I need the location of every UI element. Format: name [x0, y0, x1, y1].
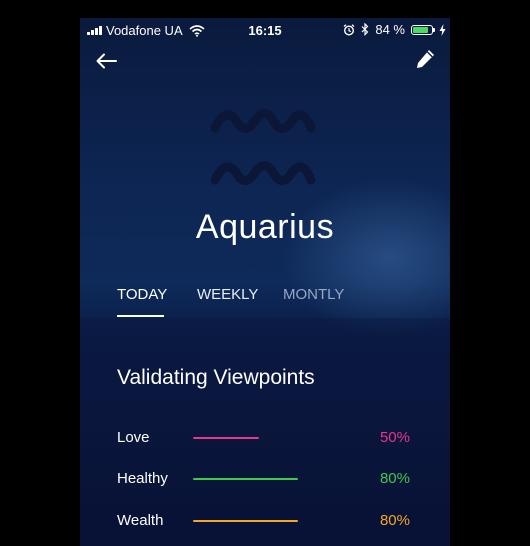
stat-healthy-bar	[193, 478, 298, 480]
stat-healthy-label: Healthy	[117, 470, 168, 487]
tab-today[interactable]: TODAY	[117, 286, 168, 317]
tab-monthly-label: MONTLY	[283, 286, 345, 303]
pencil-icon[interactable]	[414, 48, 436, 72]
stat-wealth-value: 80%	[379, 512, 410, 529]
status-bar: Vodafone UA 16:15 84 %	[80, 18, 450, 42]
top-bar	[80, 48, 450, 78]
bluetooth-icon	[361, 23, 369, 36]
stat-wealth: Wealth 80%	[80, 512, 450, 532]
active-tab-indicator	[117, 315, 164, 317]
status-right: 84 %	[343, 22, 446, 37]
stat-love-track	[193, 437, 324, 439]
tab-weekly-label: WEEKLY	[197, 286, 259, 303]
battery-icon	[411, 24, 435, 35]
aquarius-symbol-icon	[210, 109, 316, 185]
stat-wealth-track	[193, 520, 324, 522]
sign-name: Aquarius	[195, 208, 335, 246]
stat-wealth-bar	[193, 520, 298, 522]
alarm-icon	[343, 23, 355, 36]
stat-wealth-label: Wealth	[117, 512, 164, 529]
stat-love-value: 50%	[379, 429, 410, 446]
stat-love-bar	[193, 437, 259, 439]
tab-today-label: TODAY	[117, 286, 168, 303]
stat-healthy-track	[193, 478, 324, 480]
tab-weekly[interactable]: WEEKLY	[197, 286, 258, 303]
phone-screen: Vodafone UA 16:15 84 % Aquarius TODAY WE…	[80, 18, 450, 546]
background-glow	[280, 178, 450, 338]
charging-icon	[439, 23, 446, 36]
battery-percent: 84 %	[375, 22, 405, 37]
tab-monthly[interactable]: MONTLY	[283, 286, 344, 303]
stat-healthy: Healthy 80%	[80, 470, 450, 490]
stat-healthy-value: 80%	[379, 470, 410, 487]
battery-level	[413, 26, 429, 33]
stat-love: Love 50%	[80, 429, 450, 449]
reading-title: Validating Viewpoints	[117, 366, 315, 389]
back-arrow-icon[interactable]	[94, 50, 120, 72]
stat-love-label: Love	[117, 429, 150, 446]
